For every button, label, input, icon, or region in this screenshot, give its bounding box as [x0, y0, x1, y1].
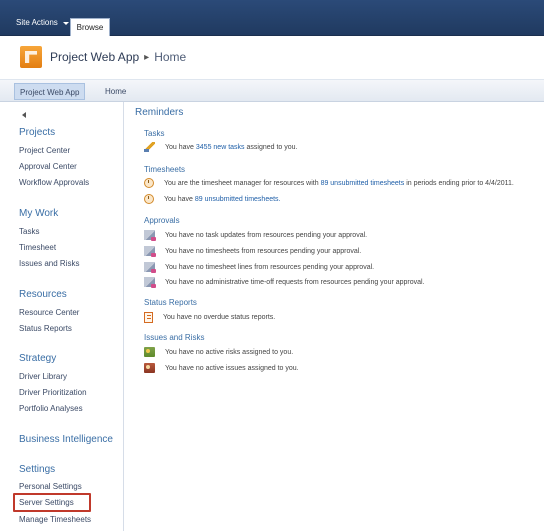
risk-icon	[144, 347, 155, 357]
issue-icon	[144, 363, 155, 373]
breadcrumb-separator: ▸	[144, 51, 150, 63]
section-approvals-heading[interactable]: Approvals	[144, 216, 180, 225]
section-timesheets-heading[interactable]: Timesheets	[144, 165, 185, 174]
clock-timesheet-icon	[144, 194, 154, 204]
ribbon: Site Actions Browse	[0, 0, 544, 36]
browse-tab[interactable]: Browse	[70, 18, 110, 36]
server-settings-highlight-box	[13, 493, 91, 512]
top-navigation: Project Web App Home	[0, 80, 544, 102]
site-actions-label: Site Actions	[16, 18, 58, 27]
ql-item-timesheet[interactable]: Timesheet	[19, 243, 56, 252]
chevron-down-icon	[62, 21, 69, 25]
site-title-link[interactable]: Project Web App	[50, 50, 139, 64]
reminder-text: You have no active risks assigned to you…	[165, 348, 294, 356]
my-unsubmitted-timesheets-link[interactable]: 89 unsubmitted timesheets.	[195, 196, 281, 203]
ql-item-tasks[interactable]: Tasks	[19, 227, 39, 236]
ql-item-portfolio-analyses[interactable]: Portfolio Analyses	[19, 404, 83, 413]
section-tasks-heading[interactable]: Tasks	[144, 129, 164, 138]
reminder-text: You have 89 unsubmitted timesheets.	[164, 196, 281, 203]
project-web-app-logo-icon	[20, 46, 42, 68]
reminders-title: Reminders	[135, 107, 184, 118]
reminder-text: You have no timesheets from resources pe…	[165, 247, 362, 255]
reminder-text: You have 3455 new tasks assigned to you.	[165, 144, 297, 151]
ql-item-resource-center[interactable]: Resource Center	[19, 308, 79, 317]
topnav-tab-project-web-app[interactable]: Project Web App	[14, 83, 86, 100]
reminder-text: You have no overdue status reports.	[163, 314, 276, 321]
reminder-row-approval: You have no task updates from resources …	[144, 230, 368, 241]
reminder-row-approval: You have no timesheet lines from resourc…	[144, 262, 375, 273]
reminder-text-pre: You are the timesheet manager for resour…	[164, 179, 319, 187]
reminder-row-timesheet-manager: You are the timesheet manager for resour…	[144, 178, 514, 188]
page-title: Home	[154, 50, 187, 64]
approval-icon	[144, 262, 156, 273]
reminder-text: You have no timesheet lines from resourc…	[165, 263, 375, 271]
ql-heading-my-work[interactable]: My Work	[19, 208, 58, 219]
ql-item-project-center[interactable]: Project Center	[19, 146, 70, 155]
reminder-row-risks: You have no active risks assigned to you…	[144, 347, 293, 357]
clock-timesheet-icon	[144, 178, 154, 188]
ql-item-manage-timesheets[interactable]: Manage Timesheets	[19, 515, 91, 524]
ql-item-workflow-approvals[interactable]: Workflow Approvals	[19, 178, 89, 187]
approval-icon	[144, 230, 156, 241]
ql-item-status-reports[interactable]: Status Reports	[19, 324, 72, 333]
reminder-text: You have no administrative time-off requ…	[165, 278, 425, 286]
reminder-text-post: in periods ending prior to 4/4/2011.	[406, 179, 514, 187]
reminder-text-pre: You have	[164, 195, 193, 203]
reminder-row-status-report: You have no overdue status reports.	[144, 312, 275, 323]
reminder-row-approval: You have no timesheets from resources pe…	[144, 246, 362, 257]
topnav-tab-home[interactable]: Home	[100, 83, 131, 100]
reminder-text: You have no active issues assigned to yo…	[165, 364, 299, 372]
approval-icon	[144, 277, 156, 288]
collapse-arrow-icon[interactable]	[22, 112, 26, 118]
ql-heading-settings[interactable]: Settings	[19, 464, 55, 475]
section-status-reports-heading[interactable]: Status Reports	[144, 298, 197, 307]
reminder-row-my-timesheets: You have 89 unsubmitted timesheets.	[144, 194, 281, 204]
section-issues-and-risks-heading[interactable]: Issues and Risks	[144, 333, 204, 342]
reminder-row-approval: You have no administrative time-off requ…	[144, 277, 425, 288]
ql-heading-projects[interactable]: Projects	[19, 127, 55, 138]
approval-icon	[144, 246, 156, 257]
reminder-row-issues: You have no active issues assigned to yo…	[144, 363, 299, 373]
ql-item-approval-center[interactable]: Approval Center	[19, 162, 77, 171]
reminder-text: You are the timesheet manager for resour…	[164, 180, 514, 187]
status-report-icon	[144, 312, 153, 323]
ql-item-issues-and-risks[interactable]: Issues and Risks	[19, 259, 79, 268]
site-actions-menu[interactable]: Site Actions	[10, 13, 75, 33]
breadcrumb: Project Web App ▸ Home	[50, 50, 186, 64]
ql-item-personal-settings[interactable]: Personal Settings	[19, 482, 82, 491]
pencil-task-icon	[144, 142, 155, 152]
new-tasks-link[interactable]: 3455 new tasks	[196, 144, 245, 151]
ql-heading-resources[interactable]: Resources	[19, 289, 67, 300]
ql-heading-strategy[interactable]: Strategy	[19, 353, 56, 364]
reminder-text-pre: You have	[165, 143, 194, 151]
reminder-text-post: assigned to you.	[246, 143, 298, 151]
reminder-row-tasks: You have 3455 new tasks assigned to you.	[144, 142, 297, 152]
unsubmitted-timesheets-link[interactable]: 89 unsubmitted timesheets	[321, 180, 405, 187]
ql-item-driver-prioritization[interactable]: Driver Prioritization	[19, 388, 87, 397]
ql-heading-business-intelligence[interactable]: Business Intelligence	[19, 434, 113, 445]
reminder-text: You have no task updates from resources …	[165, 231, 368, 239]
ql-item-driver-library[interactable]: Driver Library	[19, 372, 67, 381]
